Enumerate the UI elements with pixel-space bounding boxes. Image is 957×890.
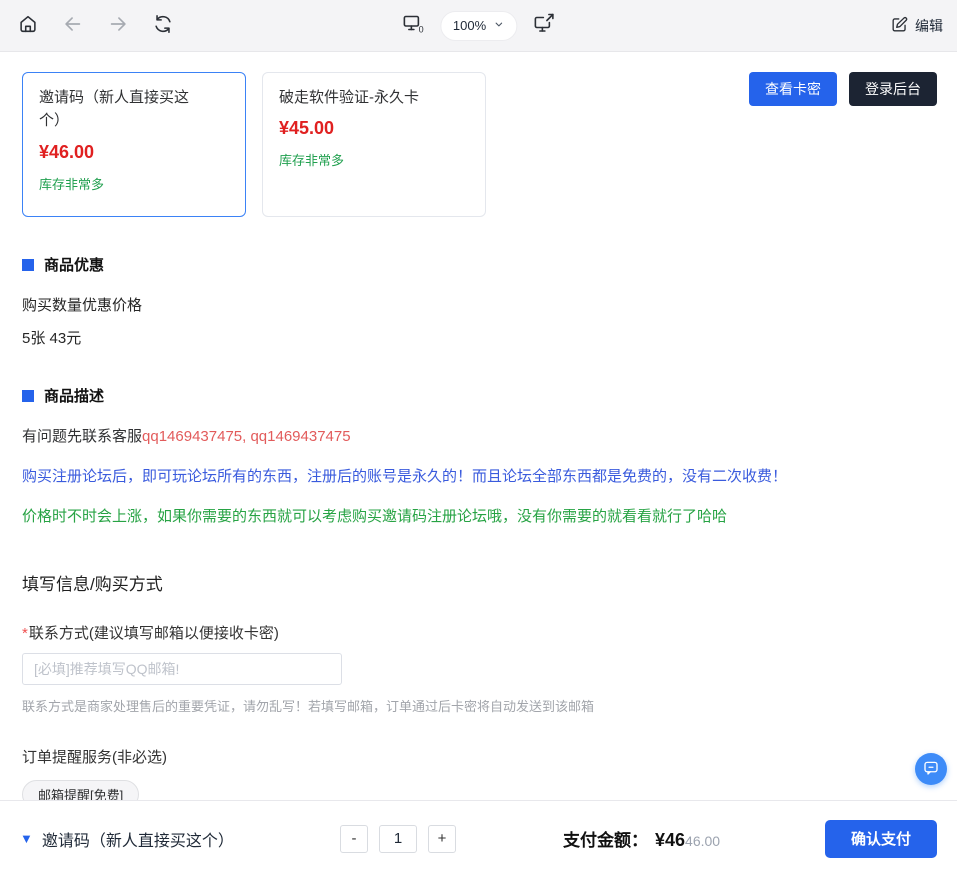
payment-amount-label: 支付金额： — [563, 826, 648, 851]
toolbar-view-group: 0 100% — [399, 11, 558, 41]
admin-login-button[interactable]: 登录后台 — [849, 72, 937, 106]
confirm-payment-button[interactable]: 确认支付 — [825, 820, 937, 858]
refresh-icon — [152, 13, 174, 38]
selected-product-name: 邀请码（新人直接买这个） — [42, 827, 234, 851]
device-monitor-icon: 0 — [401, 12, 425, 39]
section-bullet-square — [22, 390, 34, 402]
quantity-decrease-button[interactable]: - — [340, 825, 368, 853]
reminder-service-label: 订单提醒服务(非必选) — [22, 746, 937, 767]
svg-text:0: 0 — [418, 25, 423, 35]
home-icon — [17, 13, 39, 38]
arrow-left-icon — [62, 13, 84, 38]
header-action-buttons: 查看卡密 登录后台 — [749, 72, 937, 106]
quantity-input[interactable] — [379, 825, 417, 853]
open-in-new-window-button[interactable] — [530, 12, 558, 40]
product-card-software-license[interactable]: 破走软件验证-永久卡 ¥45.00 库存非常多 — [262, 72, 486, 217]
expand-triangle-icon: ▼ — [20, 831, 33, 846]
zoom-level-value: 100% — [453, 18, 486, 33]
order-form-section: 填写信息/购买方式 *联系方式(建议填写邮箱以便接收卡密) 联系方式是商家处理售… — [22, 570, 937, 809]
promo-line: 购买数量优惠价格 — [22, 294, 937, 315]
promo-section: 商品优惠 购买数量优惠价格 5张 43元 — [22, 254, 937, 348]
contact-help-text: 联系方式是商家处理售后的重要凭证，请勿乱写！若填写邮箱，订单通过后卡密将自动发送… — [22, 696, 937, 715]
payment-amount-decimal: 46.00 — [685, 833, 720, 849]
product-card-list: 邀请码（新人直接买这个） ¥46.00 库存非常多 破走软件验证-永久卡 ¥45… — [22, 72, 486, 217]
contact-qq-numbers: qq1469437475, qq1469437475 — [142, 428, 351, 445]
zoom-level-dropdown[interactable]: 100% — [440, 11, 517, 41]
payment-amount-value: ¥46 — [655, 830, 685, 851]
edit-button-label: 编辑 — [915, 16, 943, 36]
description-section-title: 商品描述 — [44, 385, 104, 406]
product-name: 邀请码（新人直接买这个） — [39, 86, 201, 133]
forward-button[interactable] — [104, 12, 132, 40]
arrow-right-icon — [107, 13, 129, 38]
product-stock-status: 库存非常多 — [279, 150, 469, 169]
checkout-bar: ▼ 邀请码（新人直接买这个） - + 支付金额： ¥46 46.00 确认支付 — [0, 800, 957, 890]
edit-button[interactable]: 编辑 — [890, 15, 943, 37]
contact-field-label: *联系方式(建议填写邮箱以便接收卡密) — [22, 622, 937, 643]
chevron-down-icon — [493, 18, 504, 33]
description-note-green: 价格时不时会上涨，如果你需要的东西就可以考虑购买邀请码注册论坛哦，没有你需要的就… — [22, 505, 937, 526]
back-button[interactable] — [59, 12, 87, 40]
contact-input[interactable] — [22, 653, 342, 685]
chat-support-fab[interactable] — [915, 753, 947, 785]
payment-amount: 支付金额： ¥46 46.00 — [563, 826, 720, 851]
chat-bubble-icon — [922, 759, 940, 780]
promo-section-title: 商品优惠 — [44, 254, 104, 275]
toolbar-nav-group — [14, 12, 177, 40]
quantity-increase-button[interactable]: + — [428, 825, 456, 853]
contact-service-prefix: 有问题先联系客服 — [22, 428, 142, 445]
description-note-blue: 购买注册论坛后，即可玩论坛所有的东西，注册后的账号是永久的！而且论坛全部东西都是… — [22, 465, 937, 486]
product-stock-status: 库存非常多 — [39, 174, 229, 193]
refresh-button[interactable] — [149, 12, 177, 40]
monitor-external-icon — [532, 12, 556, 39]
required-asterisk: * — [22, 625, 28, 642]
view-card-secret-button[interactable]: 查看卡密 — [749, 72, 837, 106]
selected-product-toggle[interactable]: ▼ 邀请码（新人直接买这个） — [20, 827, 320, 851]
quantity-stepper: - + — [340, 825, 456, 853]
device-selector-button[interactable]: 0 — [399, 12, 427, 40]
product-price: ¥45.00 — [279, 118, 469, 139]
product-page: 邀请码（新人直接买这个） ¥46.00 库存非常多 破走软件验证-永久卡 ¥45… — [0, 52, 957, 809]
home-button[interactable] — [14, 12, 42, 40]
edit-pencil-icon — [890, 15, 909, 37]
section-bullet-square — [22, 259, 34, 271]
promo-line: 5张 43元 — [22, 327, 937, 348]
description-section: 商品描述 有问题先联系客服qq1469437475, qq1469437475 … — [22, 385, 937, 526]
browser-toolbar: 0 100% 编辑 — [0, 0, 957, 52]
form-section-title: 填写信息/购买方式 — [22, 570, 937, 595]
product-name: 破走软件验证-永久卡 — [279, 86, 441, 109]
contact-service-line: 有问题先联系客服qq1469437475, qq1469437475 — [22, 425, 937, 446]
product-card-invite-code[interactable]: 邀请码（新人直接买这个） ¥46.00 库存非常多 — [22, 72, 246, 217]
product-price: ¥46.00 — [39, 142, 229, 163]
